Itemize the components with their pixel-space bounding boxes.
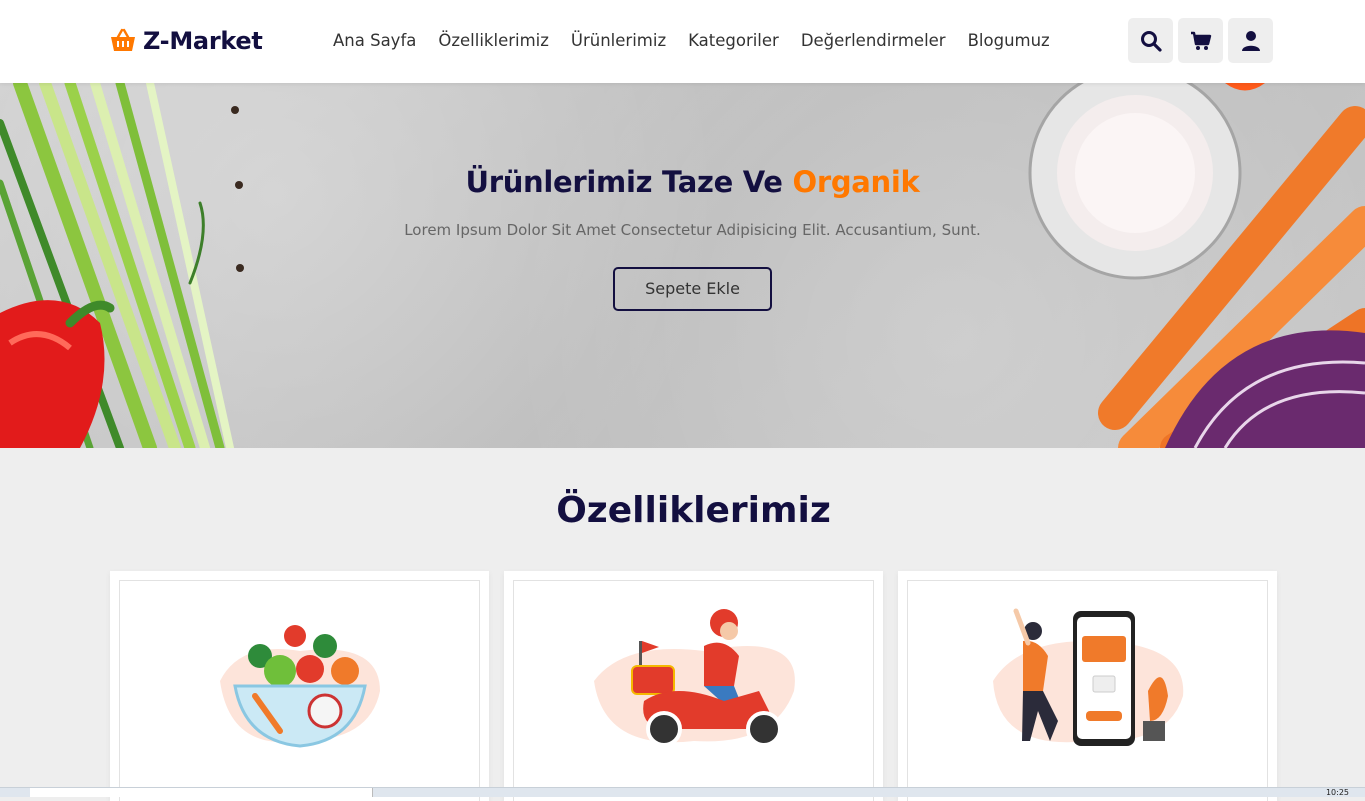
cart-button[interactable] <box>1178 18 1223 63</box>
user-button[interactable] <box>1228 18 1273 63</box>
hero-content: Ürünlerimiz Taze Ve Organik Lorem Ipsum … <box>400 165 985 311</box>
nav-link-reviews[interactable]: Değerlendirmeler <box>801 30 946 52</box>
features-title: Özelliklerimiz <box>556 490 831 531</box>
hero-title: Ürünlerimiz Taze Ve Organik <box>400 165 985 199</box>
delivery-scooter-illustration <box>593 609 795 747</box>
add-to-cart-button[interactable]: Sepete Ekle <box>613 267 772 311</box>
cart-icon <box>1190 31 1211 50</box>
main-nav: Ana Sayfa Özelliklerimiz Ürünlerimiz Kat… <box>333 30 1072 52</box>
site-header: Z-Market Ana Sayfa Özelliklerimiz Ürünle… <box>0 0 1365 83</box>
nav-link-home[interactable]: Ana Sayfa <box>333 30 416 52</box>
search-button[interactable] <box>1128 18 1173 63</box>
feature-card-delivery <box>504 571 883 801</box>
logo-text: Z-Market <box>143 27 263 55</box>
vegetables-left-image <box>0 83 244 448</box>
search-icon <box>1140 30 1162 52</box>
feature-card-payment <box>898 571 1277 801</box>
nav-link-blog[interactable]: Blogumuz <box>968 30 1050 52</box>
hero-title-main: Ürünlerimiz Taze Ve <box>465 165 783 199</box>
header-icons <box>1128 18 1273 63</box>
hero-title-accent: Organik <box>792 165 920 199</box>
hero-banner: Ürünlerimiz Taze Ve Organik Lorem Ipsum … <box>0 83 1365 448</box>
mobile-payment-illustration <box>992 608 1183 746</box>
nav-link-features[interactable]: Özelliklerimiz <box>438 30 549 52</box>
vegetables-right-image <box>1028 83 1365 448</box>
user-icon <box>1241 30 1260 51</box>
fresh-salad-bowl-illustration <box>219 625 380 748</box>
logo-link[interactable]: Z-Market <box>109 24 263 58</box>
feature-card-fresh <box>110 571 489 801</box>
hero-description: Lorem Ipsum Dolor Sit Amet Consectetur A… <box>404 221 981 239</box>
nav-link-categories[interactable]: Kategoriler <box>688 30 779 52</box>
basket-icon <box>109 27 137 55</box>
nav-link-products[interactable]: Ürünlerimiz <box>571 30 666 52</box>
